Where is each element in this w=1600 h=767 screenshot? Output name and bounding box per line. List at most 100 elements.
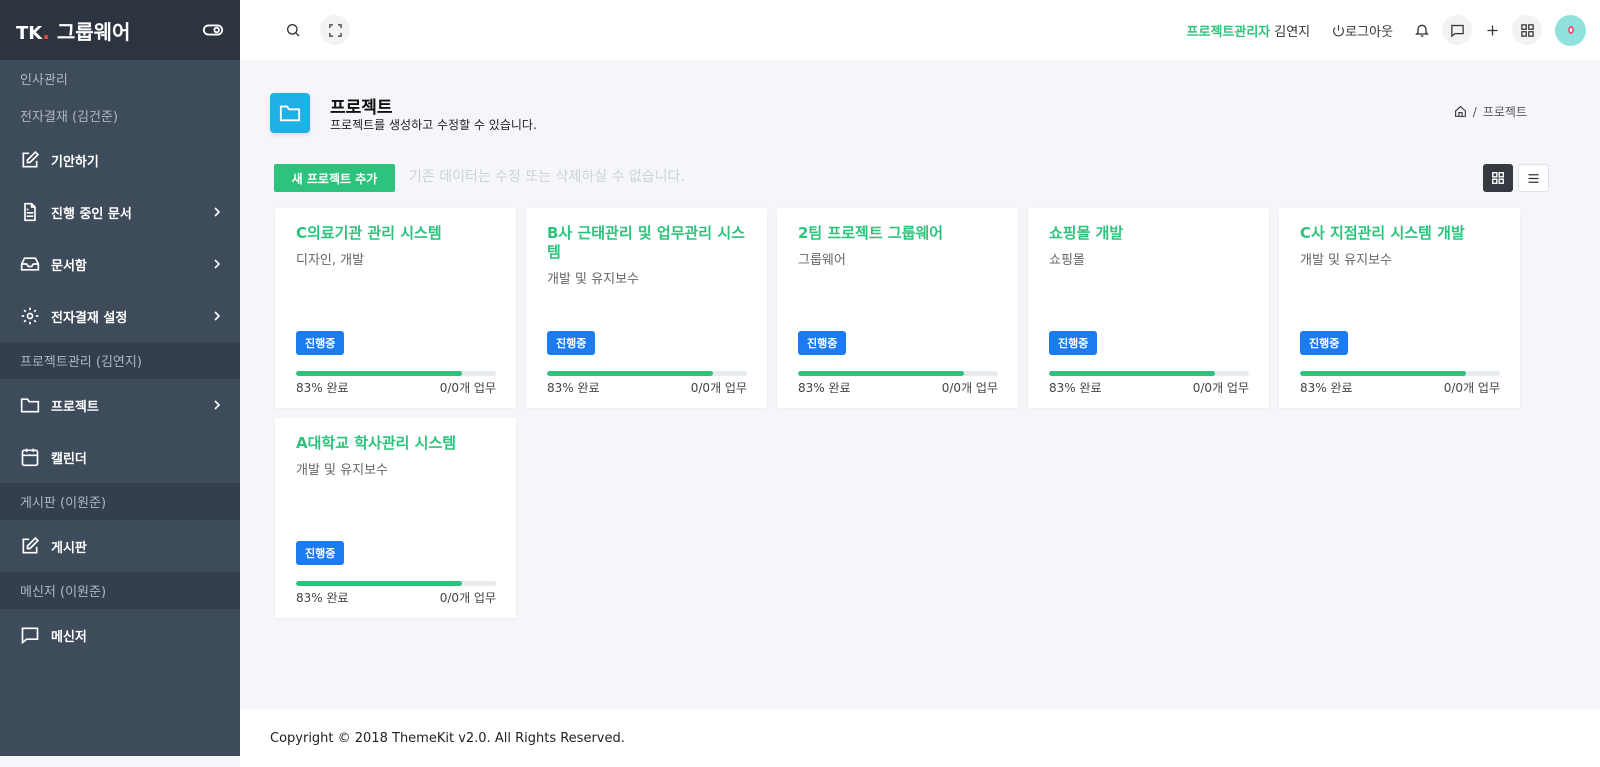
progress-bar	[296, 371, 496, 376]
section-board[interactable]: 게시판 (이원준)	[0, 483, 240, 520]
sidebar-item-inprogress-docs[interactable]: 진행 중인 문서	[0, 186, 240, 238]
project-category: 쇼핑몰	[1049, 253, 1085, 268]
status-badge: 진행중	[296, 541, 345, 565]
sidebar-item-board[interactable]: 게시판	[0, 520, 240, 572]
edit-icon	[20, 536, 40, 556]
progress-text: 83% 완료	[1300, 381, 1353, 395]
page-header: 프로젝트 프로젝트를 생성하고 수정할 수 있습니다. / 프로젝트	[270, 93, 1560, 135]
section-label: 전자결재 (김건준)	[20, 110, 118, 125]
section-project-mgmt[interactable]: 프로젝트관리 (김연지)	[0, 342, 240, 379]
progress-text: 83% 완료	[296, 381, 349, 395]
chevron-right-icon	[214, 400, 221, 410]
progress-bar	[1049, 371, 1249, 376]
chevron-right-icon	[214, 259, 221, 269]
sidebar-item-label: 진행 중인 문서	[51, 206, 132, 222]
task-count: 0/0개 업무	[1192, 381, 1249, 395]
project-card[interactable]: 쇼핑몰 개발 쇼핑몰 진행중 83% 완료 0/0개 업무	[1028, 208, 1269, 408]
breadcrumb-separator: /	[1472, 104, 1477, 119]
list-view-button[interactable]	[1518, 164, 1549, 192]
brand-name: 그룹웨어	[56, 19, 131, 44]
section-label: 게시판 (이원준)	[20, 496, 107, 511]
sidebar-item-label: 문서함	[51, 258, 87, 274]
brand-prefix: TK	[16, 22, 43, 44]
sidebar-item-calendar[interactable]: 캘린더	[0, 431, 240, 483]
section-hr[interactable]: 인사관리	[0, 60, 240, 97]
sidebar-item-label: 프로젝트	[51, 399, 99, 415]
status-badge: 진행중	[1049, 331, 1098, 355]
plus-icon[interactable]	[1477, 15, 1507, 45]
add-project-button[interactable]: 새 프로젝트 추가	[274, 164, 395, 192]
section-messenger[interactable]: 메신저 (이원준)	[0, 572, 240, 609]
copyright-text: Copyright © 2018 ThemeKit v2.0. All Righ…	[270, 730, 625, 746]
user-role: 프로젝트관리자	[1186, 24, 1271, 40]
inbox-icon	[20, 254, 40, 274]
project-card[interactable]: B사 근태관리 및 업무관리 시스템 개발 및 유지보수 진행중 83% 완료 0…	[526, 208, 767, 408]
project-title[interactable]: 2팀 프로젝트 그룹웨어	[798, 224, 997, 243]
progress-fill	[296, 371, 462, 376]
chevron-right-icon	[214, 311, 221, 321]
home-icon[interactable]	[1454, 105, 1467, 118]
logout-link[interactable]: 로그아웃	[1332, 21, 1393, 40]
progress-fill	[296, 581, 462, 586]
progress-text: 83% 완료	[1049, 381, 1102, 395]
section-label: 프로젝트관리 (김연지)	[20, 355, 142, 370]
sidebar-item-label: 게시판	[51, 540, 87, 556]
sidebar-item-label: 캘린더	[51, 451, 87, 467]
sidebar-item-label: 기안하기	[51, 154, 99, 170]
chevron-right-icon	[214, 207, 221, 217]
task-count: 0/0개 업무	[1443, 381, 1500, 395]
footer: Copyright © 2018 ThemeKit v2.0. All Righ…	[240, 709, 1600, 767]
chat-icon[interactable]	[1442, 15, 1472, 45]
sidebar-item-label: 메신저	[51, 629, 87, 645]
sidebar-item-project[interactable]: 프로젝트	[0, 379, 240, 431]
project-title[interactable]: C의료기관 관리 시스템	[296, 224, 495, 243]
progress-bar	[1300, 371, 1500, 376]
progress-bar	[296, 581, 496, 586]
project-card[interactable]: C사 지점관리 시스템 개발 개발 및 유지보수 진행중 83% 완료 0/0개 …	[1279, 208, 1520, 408]
gear-icon	[20, 306, 40, 326]
user-name: 김연지	[1274, 24, 1311, 40]
progress-fill	[1300, 371, 1466, 376]
brand-dot: .	[42, 19, 50, 44]
project-card[interactable]: C의료기관 관리 시스템 디자인, 개발 진행중 83% 완료 0/0개 업무	[275, 208, 516, 408]
status-badge: 진행중	[296, 331, 345, 355]
task-count: 0/0개 업무	[439, 591, 496, 605]
edit-icon	[20, 150, 40, 170]
brand-logo[interactable]: TK. 그룹웨어	[16, 16, 130, 45]
project-category: 개발 및 유지보수	[1300, 253, 1392, 268]
project-category: 개발 및 유지보수	[296, 463, 388, 478]
progress-bar	[547, 371, 747, 376]
document-icon	[20, 202, 40, 222]
grid-view-button[interactable]	[1483, 164, 1513, 192]
project-category: 디자인, 개발	[296, 253, 365, 268]
project-title[interactable]: C사 지점관리 시스템 개발	[1300, 224, 1499, 243]
toggle-icon[interactable]	[202, 19, 224, 41]
notice-text: 기존 데이터는 수정 또는 삭제하실 수 없습니다.	[409, 169, 685, 185]
section-approval[interactable]: 전자결재 (김건준)	[0, 97, 240, 134]
progress-fill	[547, 371, 713, 376]
progress-text: 83% 완료	[296, 591, 349, 605]
fullscreen-icon[interactable]	[320, 15, 350, 45]
sidebar-item-docbox[interactable]: 문서함	[0, 238, 240, 290]
avatar[interactable]	[1555, 14, 1586, 46]
bell-icon[interactable]	[1407, 15, 1437, 45]
project-category: 개발 및 유지보수	[547, 272, 639, 287]
status-badge: 진행중	[798, 331, 847, 355]
page-subtitle: 프로젝트를 생성하고 수정할 수 있습니다.	[330, 118, 537, 132]
project-card[interactable]: A대학교 학사관리 시스템 개발 및 유지보수 진행중 83% 완료 0/0개 업…	[275, 418, 516, 618]
project-card[interactable]: 2팀 프로젝트 그룹웨어 그룹웨어 진행중 83% 완료 0/0개 업무	[777, 208, 1018, 408]
status-badge: 진행중	[1300, 331, 1349, 355]
folder-icon	[20, 395, 40, 415]
project-title[interactable]: A대학교 학사관리 시스템	[296, 434, 495, 453]
project-category: 그룹웨어	[798, 253, 846, 268]
search-icon[interactable]	[278, 15, 308, 45]
progress-text: 83% 완료	[798, 381, 851, 395]
sidebar-item-messenger[interactable]: 메신저	[0, 609, 240, 661]
logout-label: 로그아웃	[1345, 24, 1393, 40]
project-title[interactable]: 쇼핑몰 개발	[1049, 224, 1248, 243]
task-count: 0/0개 업무	[941, 381, 998, 395]
sidebar-item-draft[interactable]: 기안하기	[0, 134, 240, 186]
sidebar-item-approval-settings[interactable]: 전자결재 설정	[0, 290, 240, 342]
apps-grid-icon[interactable]	[1512, 15, 1542, 45]
project-title[interactable]: B사 근태관리 및 업무관리 시스템	[547, 224, 746, 262]
